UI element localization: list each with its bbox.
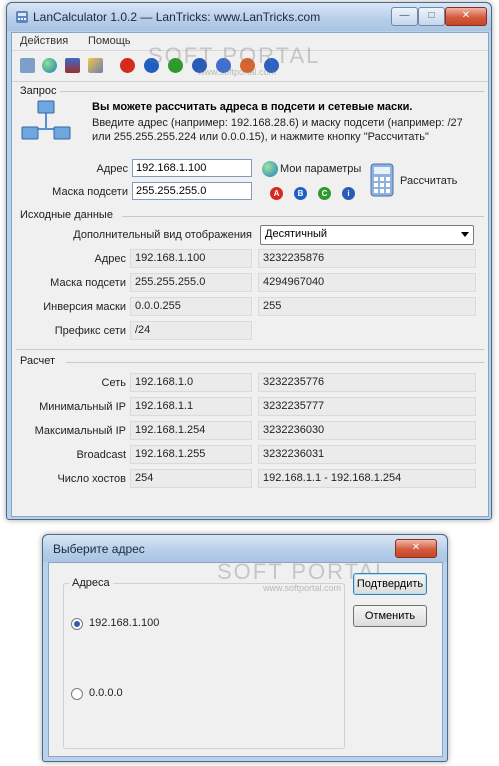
address-option-2-label[interactable]: 0.0.0.0 <box>89 687 123 699</box>
menu-help[interactable]: Помощь <box>88 35 131 47</box>
result-divider <box>66 362 484 363</box>
source-address-value: 192.168.1.100 <box>130 249 252 268</box>
hosts-count-label: Число хостов <box>57 473 126 485</box>
radio-selected-dot <box>74 621 80 627</box>
view-mode-select[interactable]: Десятичный <box>260 225 474 245</box>
dialog-title-bar[interactable]: Выберите адрес ✕ <box>43 535 447 562</box>
address-option-2-radio[interactable] <box>71 688 83 700</box>
min-ip-decimal: 3232235777 <box>258 397 476 416</box>
source-inverse-label: Инверсия маски <box>43 301 126 313</box>
cancel-button[interactable]: Отменить <box>353 605 427 627</box>
address-option-1-radio[interactable] <box>71 618 83 630</box>
main-window: LanCalculator 1.0.2 — LanTricks: www.Lan… <box>6 2 492 520</box>
select-address-dialog: Выберите адрес ✕ SOFT PORTAL www.softpor… <box>42 534 448 762</box>
source-prefix-value: /24 <box>130 321 252 340</box>
network-icon[interactable] <box>65 58 80 73</box>
network-label: Сеть <box>101 377 126 389</box>
source-mask-value: 255.255.255.0 <box>130 273 252 292</box>
hosts-range-value: 192.168.1.1 - 192.168.1.254 <box>258 469 476 488</box>
broadcast-decimal: 3232236031 <box>258 445 476 464</box>
result-top-divider <box>16 349 484 350</box>
my-params-icon[interactable] <box>262 161 278 177</box>
request-group-label: Запрос <box>20 85 57 97</box>
menu-actions[interactable]: Действия <box>20 35 68 47</box>
address-input[interactable] <box>132 159 252 177</box>
globe-icon[interactable] <box>42 58 57 73</box>
chevron-down-icon <box>461 232 469 237</box>
source-inverse-value: 0.0.0.255 <box>130 297 252 316</box>
maximize-button[interactable]: □ <box>418 7 445 26</box>
min-ip-label: Минимальный IP <box>39 401 126 413</box>
source-inverse-decimal: 255 <box>258 297 476 316</box>
broadcast-value: 192.168.1.255 <box>130 445 252 464</box>
network-value: 192.168.1.0 <box>130 373 252 392</box>
dialog-close-button[interactable]: ✕ <box>395 539 437 558</box>
max-ip-decimal: 3232236030 <box>258 421 476 440</box>
request-divider <box>60 91 484 92</box>
app-icon <box>16 11 28 23</box>
view-mode-label: Дополнительный вид отображения <box>73 229 252 241</box>
minimize-button[interactable]: — <box>391 7 418 26</box>
source-group-label: Исходные данные <box>20 209 113 221</box>
mask-label: Маска подсети <box>52 186 128 198</box>
max-ip-label: Максимальный IP <box>34 425 126 437</box>
calculator-icon[interactable] <box>370 163 394 197</box>
address-option-1-label[interactable]: 192.168.1.100 <box>89 617 159 629</box>
confirm-button[interactable]: Подтвердить <box>353 573 427 595</box>
source-address-label: Адрес <box>94 253 127 265</box>
source-mask-label: Маска подсети <box>50 277 126 289</box>
title-bar[interactable]: LanCalculator 1.0.2 — LanTricks: www.Lan… <box>7 3 491 31</box>
mini-class-b-button[interactable]: B <box>294 187 307 200</box>
hosts-count-value: 254 <box>130 469 252 488</box>
watermark-url: www.softportal.com <box>198 67 277 77</box>
source-divider <box>122 216 484 217</box>
brush-icon[interactable] <box>88 58 103 73</box>
source-mask-decimal: 4294967040 <box>258 273 476 292</box>
result-group-label: Расчет <box>20 355 55 367</box>
toolbar: SOFT PORTAL www.softportal.com <box>12 43 488 82</box>
mini-info-button[interactable]: i <box>342 187 355 200</box>
request-headline: Вы можете рассчитать адреса в подсети и … <box>92 101 413 113</box>
view-mode-value: Десятичный <box>265 228 328 240</box>
address-label: Адрес <box>96 163 129 175</box>
mini-class-c-button[interactable]: C <box>318 187 331 200</box>
addresses-group-label: Адреса <box>69 577 113 589</box>
my-params-link[interactable]: Мои параметры <box>280 163 361 175</box>
source-address-decimal: 3232235876 <box>258 249 476 268</box>
close-button[interactable]: ✕ <box>445 7 487 26</box>
broadcast-label: Broadcast <box>76 449 126 461</box>
main-client-area: Действия Помощь SOFT PORTAL www.softport… <box>11 32 489 517</box>
mini-class-a-button[interactable]: A <box>270 187 283 200</box>
max-ip-value: 192.168.1.254 <box>130 421 252 440</box>
clear-icon[interactable] <box>20 58 35 73</box>
network-computers-icon <box>21 100 71 140</box>
request-instructions-2: или 255.255.255.224 или 0.0.0.15), и наж… <box>92 131 429 143</box>
request-instructions-1: Введите адрес (например: 192.168.28.6) и… <box>92 117 463 129</box>
dialog-title: Выберите адрес <box>53 542 145 556</box>
class-a-icon[interactable] <box>120 58 135 73</box>
watermark-brand: SOFT PORTAL <box>148 43 321 68</box>
min-ip-value: 192.168.1.1 <box>130 397 252 416</box>
mask-input[interactable] <box>132 182 252 200</box>
dialog-client-area: SOFT PORTAL www.softportal.com Адреса 19… <box>48 559 443 757</box>
calculate-button[interactable]: Рассчитать <box>400 175 457 187</box>
addresses-group <box>63 583 345 749</box>
window-title: LanCalculator 1.0.2 — LanTricks: www.Lan… <box>33 10 321 24</box>
network-decimal: 3232235776 <box>258 373 476 392</box>
source-prefix-label: Префикс сети <box>54 325 126 337</box>
